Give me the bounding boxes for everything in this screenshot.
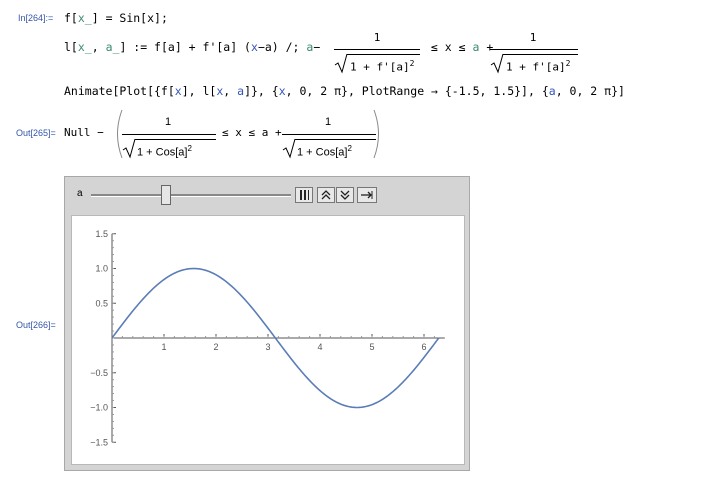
sqrt-icon (282, 138, 296, 159)
input-line-3[interactable]: Animate[Plot[{f[x], l[x, a]}, {x, 0, 2 π… (64, 84, 625, 98)
code-token: , (91, 40, 106, 54)
fraction-1-numerator: 1 (373, 31, 381, 44)
sqrt-overline (503, 54, 578, 55)
output-label-265: Out[265]= (16, 128, 56, 138)
denominator-text: 1 + f'[a] (506, 60, 566, 74)
sqrt-overline (295, 139, 376, 140)
exponent: 2 (187, 144, 192, 153)
sine-plot: 1.5 1.0 0.5 −0.5 −1.0 −1.5 1 2 3 4 5 6 (90, 229, 445, 447)
code-pattern-x: x_ (77, 40, 92, 54)
x-tick-label: 5 (369, 342, 374, 352)
fraction-2-numerator: 1 (529, 31, 537, 44)
sqrt-icon (490, 53, 504, 74)
output-fraction-1-numerator: 1 (164, 116, 172, 128)
exponent: 2 (565, 59, 571, 68)
code-token: f[ (64, 11, 78, 25)
code-token: l[ (64, 40, 78, 54)
code-token: ]}, { (244, 84, 279, 98)
pause-button[interactable] (295, 187, 313, 203)
double-chevron-down-icon (340, 190, 350, 200)
code-pattern-a: a_ (105, 40, 120, 54)
output-fraction-2-numerator: 1 (324, 116, 332, 128)
animate-slider-track[interactable] (91, 194, 291, 197)
sqrt-overline (135, 139, 216, 140)
output-fraction-2-bar (282, 134, 376, 135)
denominator-text: 1 + Cos[a] (137, 146, 188, 159)
code-var-x: x (174, 84, 182, 98)
animate-variable-label: a (77, 188, 83, 199)
x-tick-label: 2 (213, 342, 218, 352)
denominator-text: 1 + f'[a] (350, 60, 410, 74)
fraction-1-denominator: 1 + f'[a]2 (350, 59, 414, 74)
output-fraction-1-bar (122, 134, 216, 135)
x-tick-label: 1 (161, 342, 166, 352)
fraction-2-bar (490, 49, 578, 50)
output-label-266: Out[266]= (16, 320, 56, 330)
output-fraction-1-denominator: 1 + Cos[a]2 (137, 144, 192, 159)
sqrt-overline (347, 54, 420, 55)
right-paren-icon (373, 109, 379, 159)
code-pattern-x: x_ (77, 11, 92, 25)
plot-area: 1.5 1.0 0.5 −0.5 −1.0 −1.5 1 2 3 4 5 6 (71, 215, 465, 465)
output-inequality: ≤ x ≤ a + (222, 126, 282, 139)
animate-slider-thumb[interactable] (161, 185, 171, 205)
output-fraction-2-denominator: 1 + Cos[a]2 (297, 144, 352, 159)
code-token: − (313, 40, 321, 54)
code-token: , (223, 84, 238, 98)
code-token: , 0, 2 π}, PlotRange → {-1.5, 1.5}], { (285, 84, 549, 98)
input-line-1[interactable]: f[x_] = Sin[x]; (64, 11, 168, 25)
slower-button[interactable] (336, 187, 354, 203)
y-tick-label: −1.5 (90, 437, 108, 447)
input-label-264: In[264]:= (18, 13, 54, 23)
exponent: 2 (409, 59, 415, 68)
denominator-text: 1 + Cos[a] (297, 146, 348, 159)
y-tick-label: −1.0 (90, 403, 108, 413)
sqrt-icon (122, 138, 136, 159)
code-token: ] := f[a] + f'[a] ( (119, 40, 251, 54)
sqrt-icon (334, 53, 348, 74)
code-token: Animate[Plot[{f[ (64, 84, 175, 98)
faster-button[interactable] (317, 187, 335, 203)
code-var-x: x (147, 11, 155, 25)
exponent: 2 (347, 144, 352, 153)
code-var-a: a (548, 84, 556, 98)
code-token: ≤ x ≤ (424, 40, 473, 54)
direction-button[interactable] (357, 187, 377, 203)
animate-panel: a 1.5 1.0 0.5 −0.5 −1.0 −1.5 1 2 3 4 5 6 (64, 176, 470, 471)
code-token: ] = Sin[ (91, 11, 148, 25)
y-tick-label: 0.5 (95, 298, 108, 308)
pause-icon (300, 190, 309, 200)
input-line-2[interactable]: l[x_, a_] := f[a] + f'[a] (x−a) /; a− (64, 40, 320, 54)
fraction-2-denominator: 1 + f'[a]2 (506, 59, 570, 74)
arrow-right-icon (361, 191, 373, 199)
output-null-minus: Null − (64, 126, 104, 139)
fraction-1-bar (334, 49, 420, 50)
code-var-x: x (251, 40, 258, 54)
double-chevron-up-icon (321, 190, 331, 200)
y-tick-label: 1.0 (95, 264, 108, 274)
y-tick-label: 1.5 (95, 229, 108, 239)
code-token: ]; (154, 11, 168, 25)
code-var-x: x (278, 84, 286, 98)
x-tick-label: 3 (265, 342, 270, 352)
code-token: , 0, 2 π}] (555, 84, 625, 98)
inequality-text: ≤ x ≤ a + (424, 40, 500, 54)
x-tick-label: 4 (317, 342, 322, 352)
y-tick-label: −0.5 (90, 368, 108, 378)
code-token: −a) /; (257, 40, 307, 54)
x-tick-label: 6 (421, 342, 426, 352)
code-token: ], l[ (181, 84, 217, 98)
